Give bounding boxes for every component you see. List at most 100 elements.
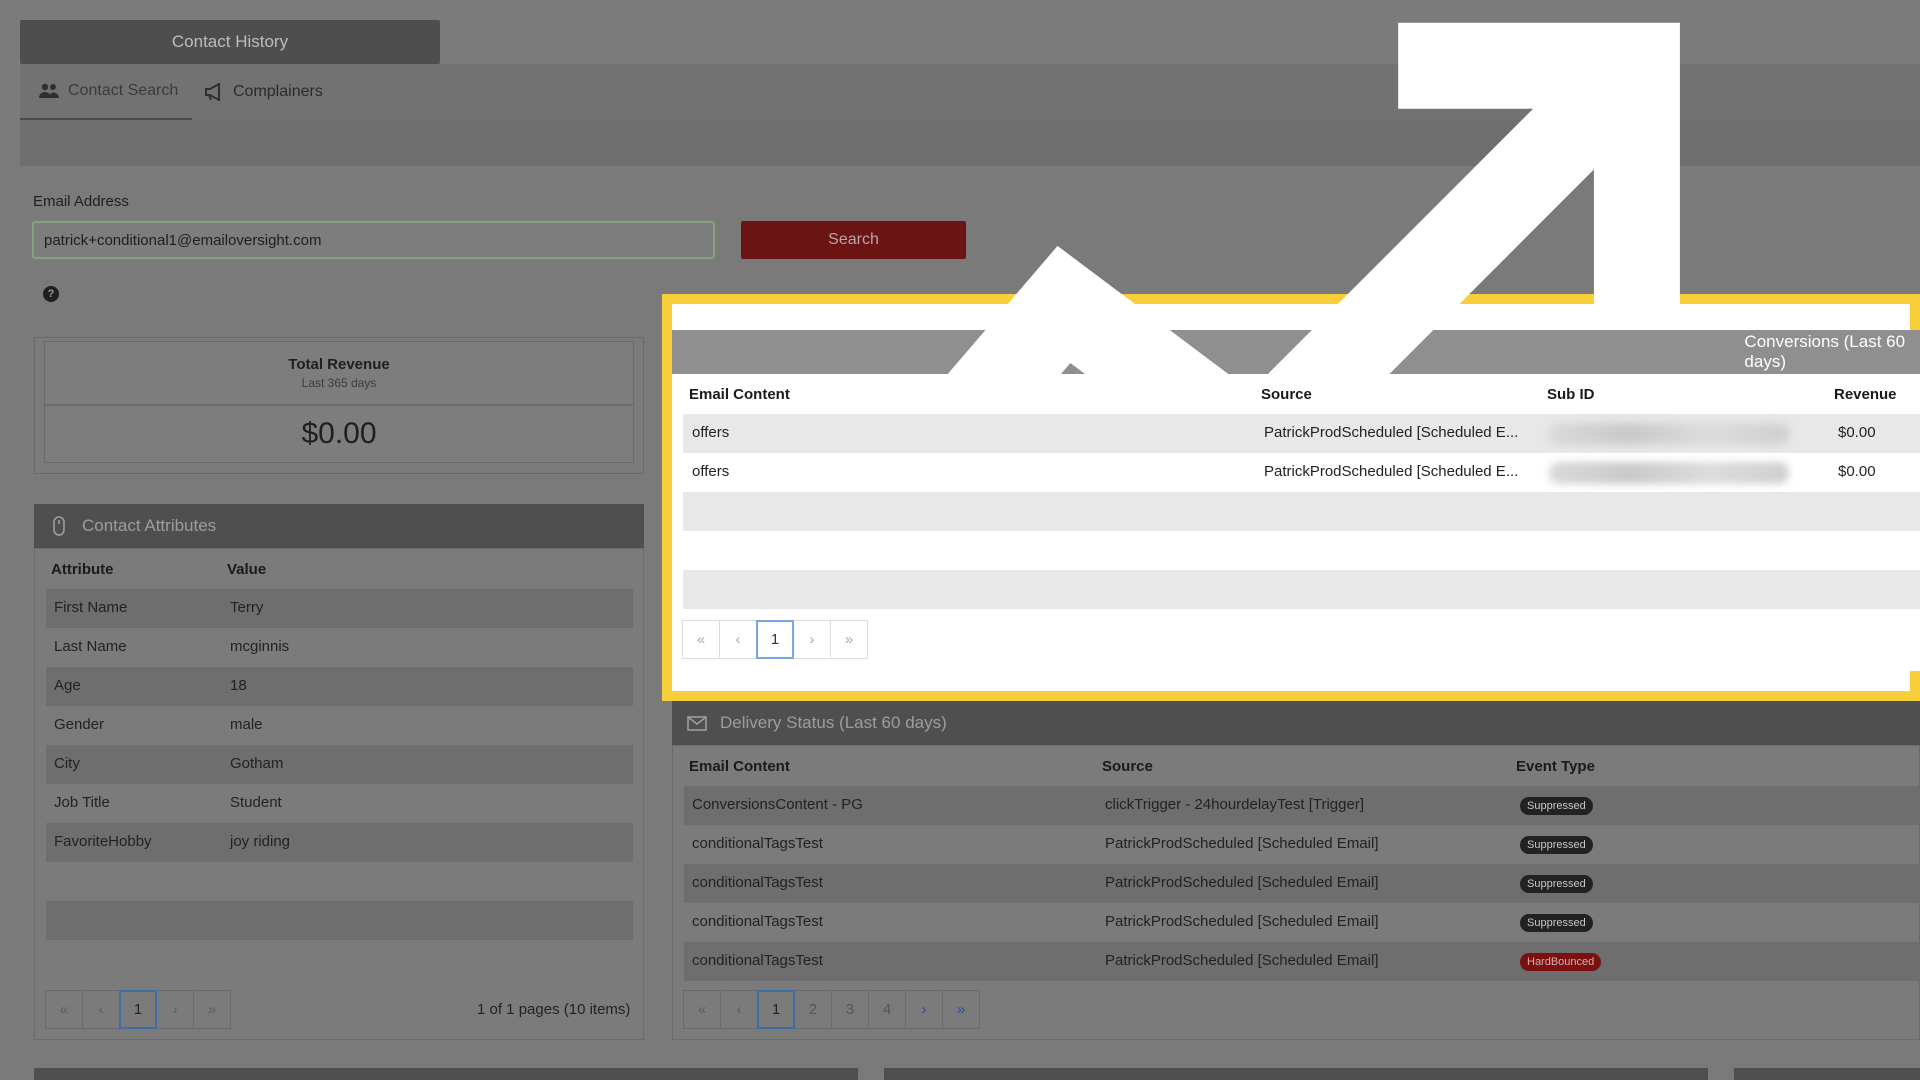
column-header: Email Content [689, 386, 790, 403]
attribute-value: 18 [230, 677, 247, 694]
attribute-name: First Name [54, 599, 128, 616]
table-row: Last Name mcginnis [46, 628, 633, 667]
attribute-value: male [230, 716, 263, 733]
revenue: $0.00 [1838, 463, 1876, 480]
table-row: First Name Terry [46, 589, 633, 628]
column-header: Value [227, 561, 267, 578]
users-icon [39, 83, 59, 98]
pager-page[interactable]: 3 [831, 990, 869, 1029]
revenue-title: Total Revenue [288, 356, 390, 373]
source: PatrickProdScheduled [Scheduled Email] [1105, 952, 1379, 969]
table-row: City Gotham [46, 745, 633, 784]
megaphone-icon [205, 83, 220, 101]
tab-complainers[interactable]: Complainers [203, 64, 323, 120]
pager-page[interactable]: 2 [794, 990, 832, 1029]
pager-next[interactable]: › [905, 990, 943, 1029]
column-header: Sub ID [1547, 386, 1595, 403]
pager-prev[interactable]: ‹ [719, 620, 757, 659]
source: PatrickProdScheduled [Scheduled Email] [1105, 835, 1379, 852]
attribute-name: Last Name [54, 638, 127, 655]
email-content: conditionalTagsTest [692, 913, 823, 930]
empty-row [683, 492, 1920, 531]
table-row: offers PatrickProdScheduled [Scheduled E… [683, 453, 1920, 492]
pager-next[interactable]: › [793, 620, 831, 659]
help-icon[interactable]: ? [43, 286, 59, 302]
conversions-panel-header: Conversions (Last 60 days) [672, 22, 1920, 667]
pager-first[interactable]: « [683, 990, 721, 1029]
attribute-value: Terry [230, 599, 264, 616]
tab-contact-search[interactable]: Contact Search [20, 64, 193, 120]
mouse-icon [53, 516, 65, 536]
pager-last[interactable]: » [193, 990, 231, 1029]
pager-page[interactable]: 4 [868, 990, 906, 1029]
email-content: conditionalTagsTest [692, 952, 823, 969]
attribute-value: Gotham [230, 755, 284, 772]
delivery-title: Delivery Status (Last 60 days) [720, 713, 947, 732]
attribute-name: Job Title [54, 794, 110, 811]
table-row: FavoriteHobby joy riding [46, 823, 633, 862]
column-header: Email Content [689, 758, 790, 775]
table-row: Job Title Student [46, 784, 633, 823]
table-row: Gender male [46, 706, 633, 745]
column-header: Source [1102, 758, 1153, 775]
attribute-name: Age [54, 677, 81, 694]
empty-row [683, 570, 1920, 609]
email-content: conditionalTagsTest [692, 835, 823, 852]
pager-page[interactable]: 1 [756, 620, 794, 659]
table-row: ConversionsContent - PG clickTrigger - 2… [684, 786, 1920, 825]
email-content: offers [692, 424, 730, 441]
table-row: offers PatrickProdScheduled [Scheduled E… [683, 414, 1920, 453]
email-label: Email Address [33, 193, 129, 210]
email-content: ConversionsContent - PG [692, 796, 863, 813]
status-badge: Suppressed [1520, 875, 1593, 893]
bottom-panel-header [1734, 1068, 1920, 1080]
delivery-panel-header: Delivery Status (Last 60 days) [672, 701, 1920, 745]
pager-prev[interactable]: ‹ [720, 990, 758, 1029]
status-badge: HardBounced [1520, 953, 1602, 971]
column-header: Attribute [51, 561, 114, 578]
pager-last[interactable]: » [942, 990, 980, 1029]
pager-last[interactable]: » [830, 620, 868, 659]
source: clickTrigger - 24hourdelayTest [Trigger] [1105, 796, 1364, 813]
column-header: Event Type [1516, 758, 1595, 775]
attributes-title: Contact Attributes [82, 516, 217, 535]
column-header: Source [1261, 386, 1312, 403]
status-badge: Suppressed [1520, 797, 1593, 815]
pager-first[interactable]: « [682, 620, 720, 659]
pager-page[interactable]: 1 [757, 990, 795, 1029]
attribute-name: FavoriteHobby [54, 833, 152, 850]
email-content: conditionalTagsTest [692, 874, 823, 891]
tab-label: Contact Search [68, 82, 179, 99]
conversions-title: Conversions (Last 60 days) [1744, 332, 1906, 371]
source: PatrickProdScheduled [Scheduled E... [1264, 463, 1519, 480]
revenue: $0.00 [1838, 424, 1876, 441]
table-row: Age 18 [46, 667, 633, 706]
attributes-panel: Attribute Value First Name Terry Last Na… [34, 548, 644, 1040]
sub-id-redacted [1549, 423, 1789, 445]
attribute-name: City [54, 755, 80, 772]
delivery-panel: Email Content Source Event Type Conversi… [672, 745, 1920, 1040]
attribute-value: Student [230, 794, 282, 811]
delivery-pager: « ‹ 1 2 3 4 › » [683, 990, 980, 1029]
attributes-panel-header: Contact Attributes [34, 504, 644, 548]
pager-info: 1 of 1 pages (10 items) [477, 1001, 631, 1018]
attribute-value: joy riding [230, 833, 291, 850]
source: PatrickProdScheduled [Scheduled Email] [1105, 913, 1379, 930]
table-row: conditionalTagsTest PatrickProdScheduled… [684, 825, 1920, 864]
revenue-value: $0.00 [44, 405, 634, 463]
email-content: offers [692, 463, 730, 480]
pager-prev[interactable]: ‹ [82, 990, 120, 1029]
pager-next[interactable]: › [156, 990, 194, 1029]
pager-page[interactable]: 1 [119, 990, 157, 1029]
source: PatrickProdScheduled [Scheduled E... [1264, 424, 1519, 441]
source: PatrickProdScheduled [Scheduled Email] [1105, 874, 1379, 891]
attributes-pager: « ‹ 1 › » [45, 990, 231, 1029]
status-badge: Suppressed [1520, 914, 1593, 932]
tab-label: Complainers [233, 83, 323, 100]
email-input[interactable] [32, 221, 715, 259]
pager-first[interactable]: « [45, 990, 83, 1029]
empty-row [46, 901, 633, 940]
bottom-panel-header [884, 1068, 1708, 1080]
attribute-name: Gender [54, 716, 105, 733]
conversions-pager: « ‹ 1 › » [682, 620, 868, 659]
